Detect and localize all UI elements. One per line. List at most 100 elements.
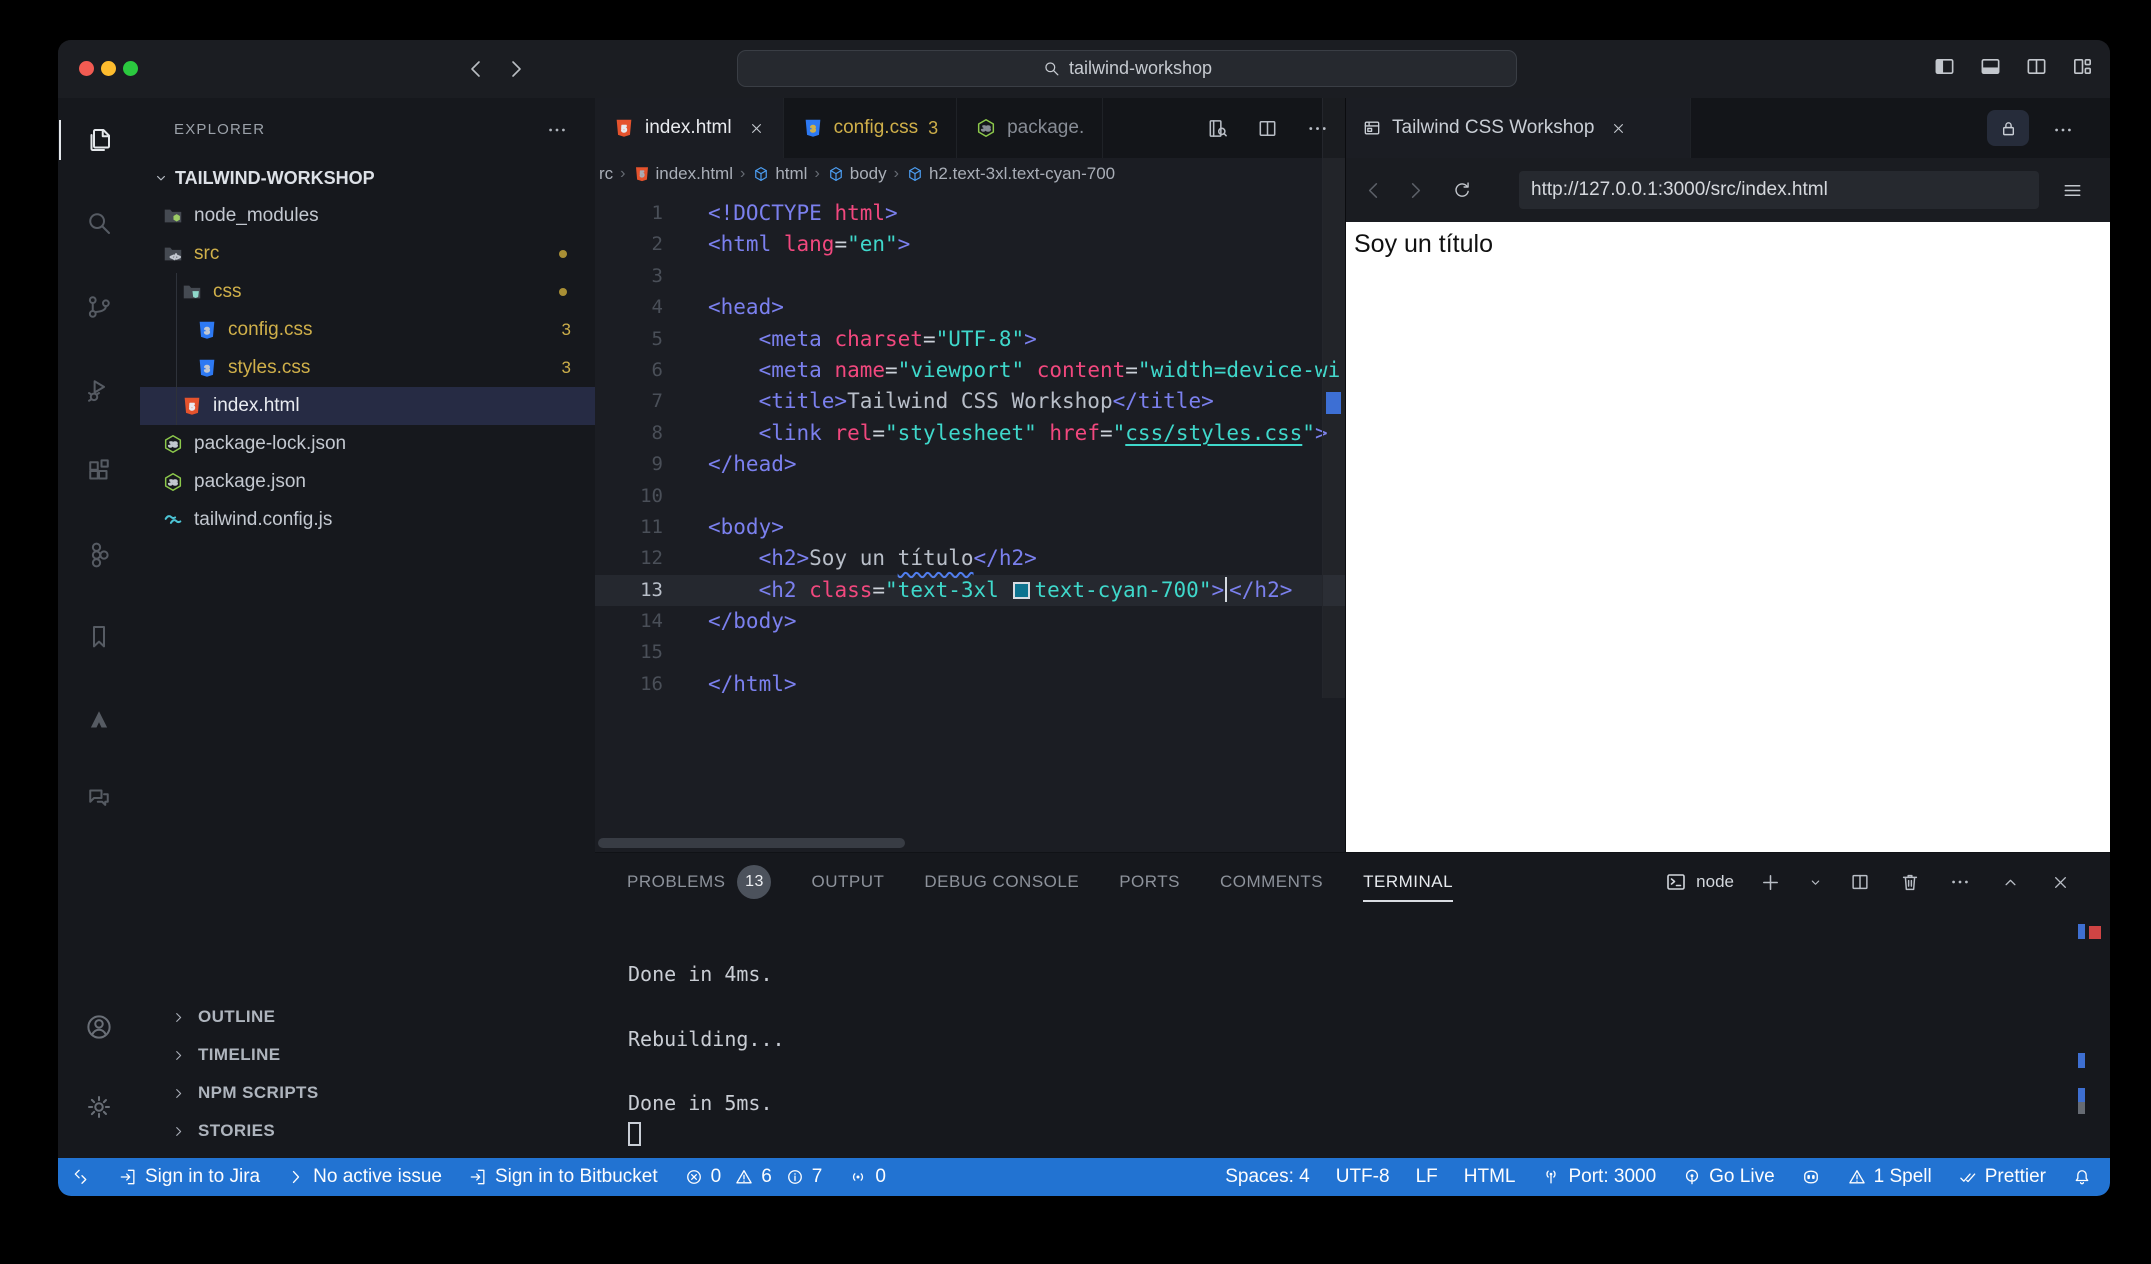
lock-button[interactable] xyxy=(1987,110,2029,146)
breadcrumb-item[interactable]: body xyxy=(827,164,887,184)
split-editor-icon[interactable] xyxy=(1253,114,1281,142)
kill-terminal-icon[interactable] xyxy=(1896,868,1924,896)
code-line-16[interactable]: 16</html> xyxy=(595,669,1345,700)
status-item-problems-summary[interactable]: 067 xyxy=(684,1166,823,1188)
split-terminal-icon[interactable] xyxy=(1846,868,1874,896)
section-npm-scripts[interactable]: NPM SCRIPTS xyxy=(140,1074,595,1112)
panel-tab-problems[interactable]: PROBLEMS13 xyxy=(627,853,771,911)
editor-tab-package[interactable]: JSpackage. xyxy=(957,98,1103,158)
status-item-notifications[interactable] xyxy=(2072,1167,2092,1187)
status-item-copilot[interactable] xyxy=(1801,1167,1821,1187)
activity-item-extensions[interactable] xyxy=(58,447,140,495)
tree-item-node_modules[interactable]: node_modules xyxy=(140,197,595,235)
minimize-button[interactable] xyxy=(101,61,116,76)
activity-item-settings[interactable] xyxy=(58,1083,140,1131)
status-item-remote-indicator[interactable] xyxy=(72,1167,92,1187)
open-preview-icon[interactable] xyxy=(1203,114,1231,142)
code-line-11[interactable]: 11<body> xyxy=(595,512,1345,543)
tree-item-config.css[interactable]: 3config.css3 xyxy=(140,311,595,349)
tree-item-styles.css[interactable]: 3styles.css3 xyxy=(140,349,595,387)
activity-item-comments[interactable] xyxy=(58,774,140,822)
code-line-12[interactable]: 12 <h2>Soy un título</h2> xyxy=(595,543,1345,574)
code-line-4[interactable]: 4<head> xyxy=(595,292,1345,323)
close-panel-icon[interactable] xyxy=(2046,868,2074,896)
editor-tab-config.css[interactable]: 3config.css3 xyxy=(784,98,958,158)
code-line-9[interactable]: 9</head> xyxy=(595,449,1345,480)
activity-item-run-and-debug[interactable] xyxy=(58,366,140,414)
browser-reload-button[interactable] xyxy=(1447,176,1475,204)
browser-back-button[interactable] xyxy=(1359,176,1387,204)
section-stories[interactable]: STORIES xyxy=(140,1112,595,1150)
status-item-prettier[interactable]: Prettier xyxy=(1958,1166,2046,1188)
code-line-6[interactable]: 6 <meta name="viewport" content="width=d… xyxy=(595,355,1345,386)
panel-tab-terminal[interactable]: TERMINAL xyxy=(1363,853,1453,911)
panel-tab-debug-console[interactable]: DEBUG CONSOLE xyxy=(924,853,1079,911)
tree-item-css[interactable]: css xyxy=(140,273,595,311)
status-item-go-live[interactable]: Go Live xyxy=(1682,1166,1774,1188)
split-editor-icon[interactable] xyxy=(2025,55,2048,78)
tree-item-package.json[interactable]: JSpackage.json xyxy=(140,463,595,501)
editor-tab-index.html[interactable]: 5index.html xyxy=(595,98,784,158)
status-item-active-issue[interactable]: No active issue xyxy=(286,1166,442,1188)
new-terminal-icon[interactable] xyxy=(1756,868,1784,896)
section-outline[interactable]: OUTLINE xyxy=(140,998,595,1036)
panel-tab-output[interactable]: OUTPUT xyxy=(811,853,884,911)
breadcrumb-item[interactable]: rc xyxy=(599,164,613,184)
code-line-13[interactable]: 13 <h2 class="text-3xl text-cyan-700"></… xyxy=(595,575,1345,606)
status-item-indentation[interactable]: Spaces: 4 xyxy=(1225,1166,1310,1188)
status-item-jira-signin[interactable]: Sign in to Jira xyxy=(118,1166,260,1188)
code-line-8[interactable]: 8 <link rel="stylesheet" href="css/style… xyxy=(595,418,1345,449)
toggle-sidebar-icon[interactable] xyxy=(1933,55,1956,78)
close-icon[interactable] xyxy=(1610,120,1627,137)
breadcrumb-item[interactable]: html xyxy=(752,164,807,184)
breadcrumb-item[interactable]: h2.text-3xl.text-cyan-700 xyxy=(906,164,1115,184)
tree-item-index.html[interactable]: 5index.html xyxy=(140,387,595,425)
history-back-button[interactable] xyxy=(462,55,490,83)
browser-tab[interactable]: Tailwind CSS Workshop xyxy=(1346,98,1691,158)
code-line-5[interactable]: 5 <meta charset="UTF-8"> xyxy=(595,324,1345,355)
tree-item-package-lock.json[interactable]: JSpackage-lock.json xyxy=(140,425,595,463)
activity-item-bookmarks[interactable] xyxy=(58,613,140,661)
code-line-7[interactable]: 7 <title>Tailwind CSS Workshop</title> xyxy=(595,386,1345,417)
activity-item-figma[interactable] xyxy=(58,531,140,579)
activity-item-atlassian[interactable] xyxy=(58,696,140,744)
code-line-2[interactable]: 2<html lang="en"> xyxy=(595,229,1345,260)
browser-menu-icon[interactable] xyxy=(2058,176,2086,204)
close-button[interactable] xyxy=(79,61,94,76)
tree-item-src[interactable]: </>src xyxy=(140,235,595,273)
terminal-output[interactable]: Done in 4ms. Rebuilding... Done in 5ms. xyxy=(628,958,785,1152)
activity-item-source-control[interactable] xyxy=(58,283,140,331)
status-item-encoding[interactable]: UTF-8 xyxy=(1336,1166,1390,1188)
status-item-bitbucket-signin[interactable]: Sign in to Bitbucket xyxy=(468,1166,658,1188)
panel-tab-ports[interactable]: PORTS xyxy=(1119,853,1180,911)
browser-forward-button[interactable] xyxy=(1401,176,1429,204)
command-center-search[interactable]: tailwind-workshop xyxy=(737,50,1517,87)
maximize-panel-icon[interactable] xyxy=(1996,868,2024,896)
customize-layout-icon[interactable] xyxy=(2071,55,2094,78)
section-timeline[interactable]: TIMELINE xyxy=(140,1036,595,1074)
url-input[interactable]: http://127.0.0.1:3000/src/index.html xyxy=(1519,171,2039,209)
status-item-eol[interactable]: LF xyxy=(1416,1166,1438,1188)
editor-horizontal-scrollbar[interactable] xyxy=(598,838,905,848)
panel-tab-comments[interactable]: COMMENTS xyxy=(1220,853,1323,911)
status-item-port[interactable]: Port: 3000 xyxy=(1541,1166,1656,1188)
toggle-panel-icon[interactable] xyxy=(1979,55,2002,78)
terminal-dropdown-icon[interactable] xyxy=(1806,868,1824,896)
tree-item-tailwind.config.js[interactable]: tailwind.config.js xyxy=(140,501,595,539)
activity-item-explorer[interactable] xyxy=(58,116,140,164)
code-line-15[interactable]: 15 xyxy=(595,637,1345,668)
terminal-shell-selector[interactable]: node xyxy=(1664,870,1734,894)
zoom-button[interactable] xyxy=(123,61,138,76)
activity-item-accounts[interactable] xyxy=(58,1003,140,1051)
color-swatch-decorator[interactable] xyxy=(1013,582,1030,599)
explorer-more-actions[interactable] xyxy=(543,116,571,144)
breadcrumb-item[interactable]: 5index.html xyxy=(633,164,733,184)
panel-more-actions-icon[interactable] xyxy=(1946,868,1974,896)
activity-item-search[interactable] xyxy=(58,199,140,247)
code-line-3[interactable]: 3 xyxy=(595,261,1345,292)
tree-root-folder[interactable]: TAILWIND-WORKSHOP xyxy=(140,159,595,197)
browser-more-actions[interactable] xyxy=(2049,116,2077,144)
code-editor[interactable]: 1<!DOCTYPE html>2<html lang="en">34<head… xyxy=(595,190,1345,840)
close-icon[interactable] xyxy=(748,120,765,137)
status-item-language-mode[interactable]: HTML xyxy=(1464,1166,1516,1188)
